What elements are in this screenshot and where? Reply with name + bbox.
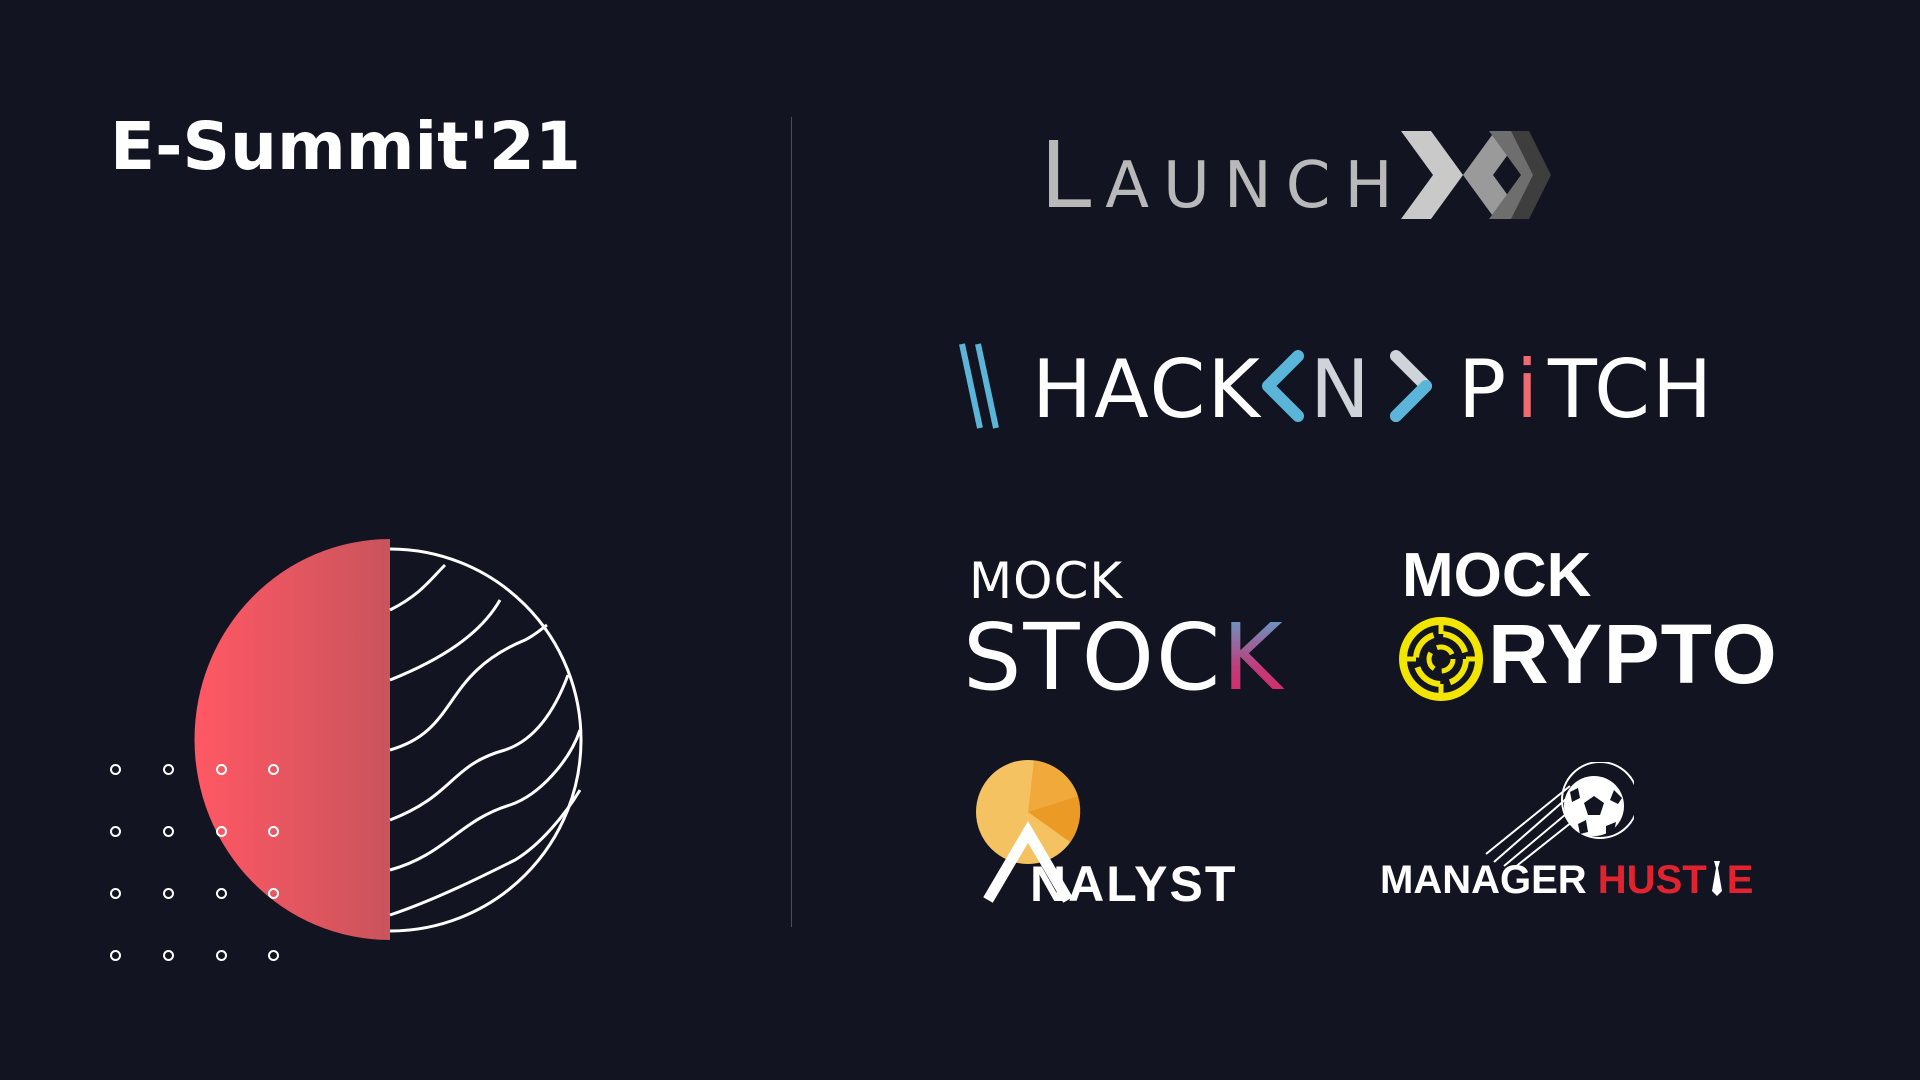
analyst-wordmark: NALYST [1030,856,1238,912]
managerhustle-logo: MANAGER HUST E [1378,762,1753,912]
mockstock-logo: MOCK STOCK [963,552,1303,711]
e-letter: E [1726,858,1754,902]
football-icon [1485,762,1634,869]
n-letter: N [1310,343,1372,436]
crypto-coin-icon [1399,617,1483,701]
page-title: E-Summit'21 [110,108,581,185]
dot-grid-decoration [100,760,300,961]
mockcrypto-logo: MOCK RYPTO [1398,540,1777,710]
analyst-logo: NALYST [970,760,1270,912]
launchx-logo: Launch X [1040,120,1551,230]
mockstock-line1: MOCK [969,552,1124,610]
mockcrypto-line1: MOCK [1402,541,1592,610]
tch-letters: TCH [1548,343,1715,436]
tie-icon [1711,861,1722,896]
launchx-wordmark: Launch [1040,121,1407,229]
stoc-letters: STOC [963,604,1223,711]
k-accent-letter: K [1222,604,1285,711]
hack-word: HACK [1032,343,1262,436]
hust-word: HUST [1597,858,1707,902]
manager-word: MANAGER [1380,858,1587,902]
launchx-x-chevrons-icon [1400,131,1551,219]
hacknpitch-logo: HACK N P i TCH [958,338,1718,436]
left-chevron-icon [1262,350,1304,422]
double-slash-icon [959,343,999,429]
vertical-divider [791,117,792,927]
mockstock-line2: STOCK [963,604,1285,711]
p-letter: P [1458,343,1509,436]
right-chevron-icon [1390,350,1432,422]
managerhustle-wordmark: MANAGER HUST E [1380,858,1753,903]
mockcrypto-line2: RYPTO [1488,607,1778,701]
i-letter: i [1516,343,1541,436]
